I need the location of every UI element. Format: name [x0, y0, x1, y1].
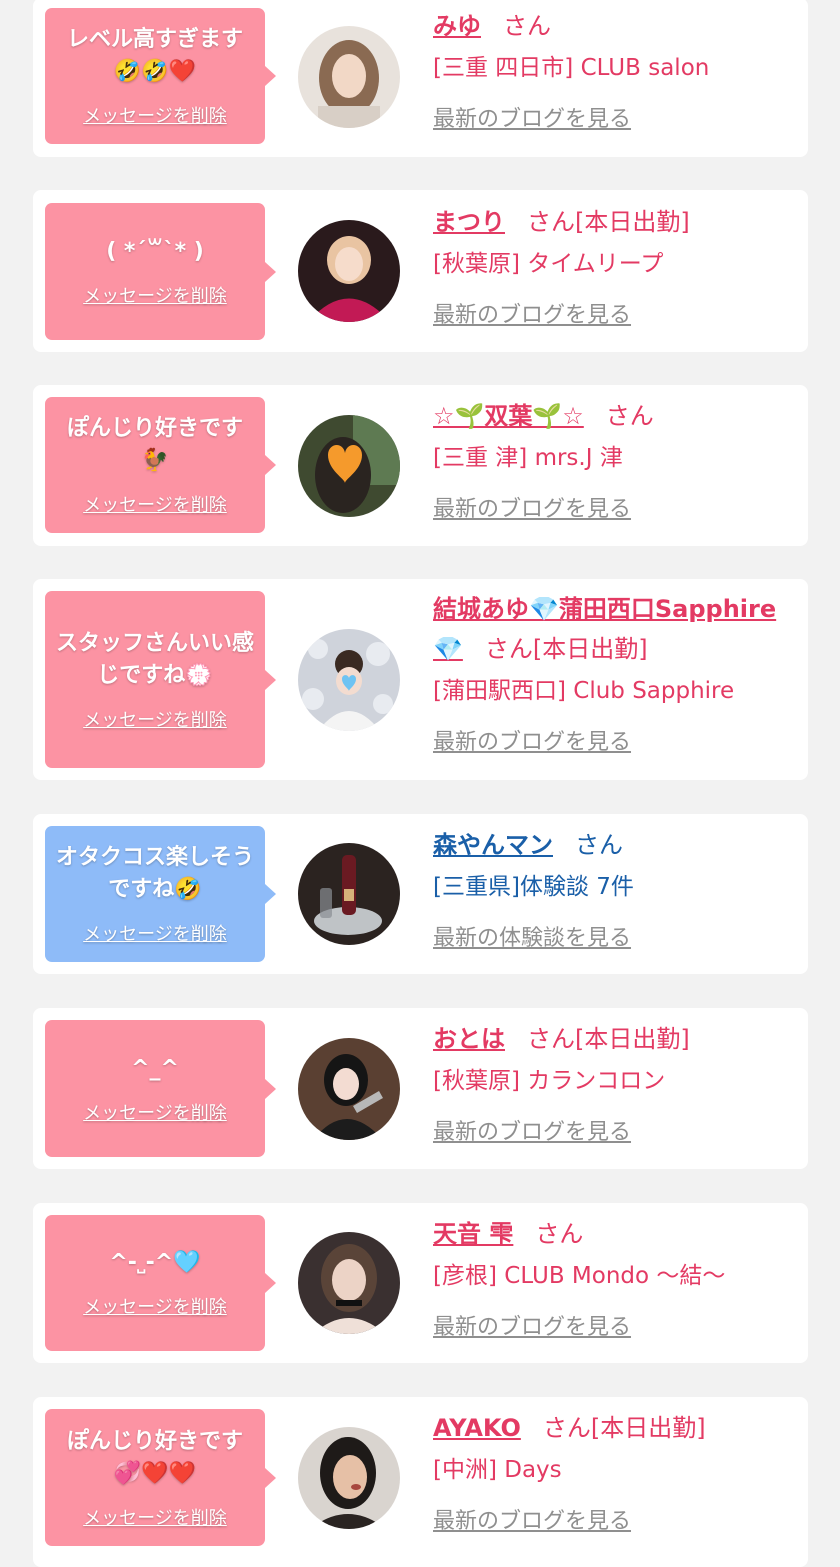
message-text: ( *´꒳`* ): [106, 238, 204, 264]
user-name-line: 天音 雫さん: [433, 1214, 788, 1254]
user-suffix: さん: [503, 12, 551, 40]
user-name-line: おとは さん[本日出勤]: [433, 1019, 788, 1059]
shop-info: [三重県]体験談 7件: [433, 874, 634, 900]
message-card: オタクコス楽しそうですね🤣 メッセージを削除 森やんマン さん [三重県]体験談 …: [33, 814, 808, 974]
user-info: おとは さん[本日出勤] [秋葉原] カランコロン 最新のブログを見る: [433, 1019, 788, 1153]
latest-blog-link[interactable]: 最新のブログを見る: [433, 1308, 631, 1348]
message-text: オタクコス楽しそうですね🤣: [55, 845, 254, 902]
user-name-link[interactable]: ☆🌱双葉🌱☆: [433, 402, 584, 430]
shop-info: [秋葉原] タイムリープ: [433, 251, 664, 277]
message-list: レベル高すぎます🤣🤣❤️ メッセージを削除 みゆ さん [三重 四日市] CLUB…: [0, 0, 840, 1567]
message-card: ^-˽-^🩵 メッセージを削除 天音 雫さん [彦根] CLUB Mondo ～…: [33, 1203, 808, 1363]
user-name-line: 森やんマン さん: [433, 825, 788, 865]
avatar[interactable]: [298, 1038, 400, 1140]
message-text: レベル高すぎます🤣🤣❤️: [66, 27, 243, 84]
message-bubble: レベル高すぎます🤣🤣❤️ メッセージを削除: [45, 8, 276, 144]
latest-blog-link[interactable]: 最新のブログを見る: [433, 723, 631, 763]
avatar[interactable]: [298, 843, 400, 945]
delete-message-link[interactable]: メッセージを削除: [83, 282, 227, 308]
avatar[interactable]: [298, 26, 400, 128]
user-name-line: ☆🌱双葉🌱☆ さん: [433, 396, 788, 436]
message-text: スタッフさんいい感じですね💮: [55, 630, 254, 688]
avatar[interactable]: [298, 415, 400, 517]
latest-blog-link[interactable]: 最新のブログを見る: [433, 296, 631, 336]
delete-message-link[interactable]: メッセージを削除: [83, 1293, 227, 1319]
delete-message-link[interactable]: メッセージを削除: [83, 1099, 227, 1125]
user-name-link[interactable]: AYAKO: [433, 1414, 521, 1442]
shop-info: [蒲田駅西口] Club Sapphire: [433, 678, 735, 704]
user-suffix: さん[本日出勤]: [484, 635, 648, 663]
message-text: ^-˽-^🩵: [109, 1250, 201, 1275]
user-suffix: さん[本日出勤]: [542, 1414, 706, 1442]
user-name-link[interactable]: おとは: [433, 1025, 505, 1053]
latest-blog-link[interactable]: 最新のブログを見る: [433, 490, 631, 530]
message-bubble: ^-˽-^🩵 メッセージを削除: [45, 1215, 276, 1351]
message-card: レベル高すぎます🤣🤣❤️ メッセージを削除 みゆ さん [三重 四日市] CLUB…: [33, 0, 808, 157]
latest-review-link[interactable]: 最新の体験談を見る: [433, 919, 631, 959]
shop-info: [三重 津] mrs.J 津: [433, 445, 623, 471]
user-name-line: AYAKO さん[本日出勤]: [433, 1408, 788, 1448]
message-bubble: ( *´꒳`* ) メッセージを削除: [45, 203, 276, 340]
message-card: スタッフさんいい感じですね💮 メッセージを削除 結城あゆ💎蒲田西口Sapphir…: [33, 579, 808, 780]
delete-message-link[interactable]: メッセージを削除: [83, 491, 227, 517]
latest-blog-link[interactable]: 最新のブログを見る: [433, 100, 631, 140]
user-name-link[interactable]: まつり: [433, 208, 505, 236]
shop-info: [彦根] CLUB Mondo ～結～: [433, 1263, 726, 1289]
user-info: AYAKO さん[本日出勤] [中洲] Days 最新のブログを見る: [433, 1408, 788, 1542]
delete-message-link[interactable]: メッセージを削除: [83, 706, 227, 732]
message-bubble: オタクコス楽しそうですね🤣 メッセージを削除: [45, 826, 276, 962]
user-suffix: さん[本日出勤]: [527, 208, 690, 236]
user-info: 結城あゆ💎蒲田西口Sapphire💎 さん[本日出勤] [蒲田駅西口] Club …: [433, 589, 788, 763]
message-bubble: ぽんじり好きです💞❤️❤️ メッセージを削除: [45, 1409, 276, 1546]
user-info: みゆ さん [三重 四日市] CLUB salon 最新のブログを見る: [433, 6, 788, 140]
message-card: ぽんじり好きです💞❤️❤️ メッセージを削除 AYAKO さん[本日出勤] [中洲…: [33, 1397, 808, 1567]
latest-blog-link[interactable]: 最新のブログを見る: [433, 1113, 631, 1153]
message-text: ぽんじり好きです🐓: [66, 416, 243, 473]
shop-info: [三重 四日市] CLUB salon: [433, 55, 710, 81]
user-suffix: さん: [575, 831, 623, 859]
avatar[interactable]: [298, 1232, 400, 1334]
user-name-link[interactable]: みゆ: [433, 12, 481, 40]
user-suffix: さん: [605, 402, 654, 430]
delete-message-link[interactable]: メッセージを削除: [83, 920, 227, 946]
user-name-link[interactable]: 天音 雫: [433, 1220, 513, 1248]
user-name-line: みゆ さん: [433, 6, 788, 46]
message-bubble: ぽんじり好きです🐓 メッセージを削除: [45, 397, 276, 533]
user-suffix: さん: [535, 1220, 584, 1248]
user-info: 森やんマン さん [三重県]体験談 7件 最新の体験談を見る: [433, 825, 788, 959]
user-info: まつり さん[本日出勤] [秋葉原] タイムリープ 最新のブログを見る: [433, 202, 788, 336]
user-info: 天音 雫さん [彦根] CLUB Mondo ～結～ 最新のブログを見る: [433, 1214, 788, 1348]
delete-message-link[interactable]: メッセージを削除: [83, 1504, 227, 1530]
user-name-link[interactable]: 森やんマン: [433, 831, 553, 859]
message-bubble: ^_^ メッセージを削除: [45, 1020, 276, 1157]
message-bubble: スタッフさんいい感じですね💮 メッセージを削除: [45, 591, 276, 768]
message-text: ぽんじり好きです💞❤️❤️: [66, 1428, 243, 1486]
user-name-line: 結城あゆ💎蒲田西口Sapphire💎 さん[本日出勤]: [433, 589, 788, 669]
message-card: ぽんじり好きです🐓 メッセージを削除 ☆🌱双葉🌱☆ さん [三重 津] mrs.J…: [33, 385, 808, 546]
message-card: ( *´꒳`* ) メッセージを削除 まつり さん[本日出勤] [秋葉原] タイム…: [33, 190, 808, 352]
delete-message-link[interactable]: メッセージを削除: [83, 102, 227, 128]
shop-info: [秋葉原] カランコロン: [433, 1068, 666, 1094]
message-text: ^_^: [131, 1055, 179, 1081]
avatar[interactable]: [298, 1427, 400, 1529]
shop-info: [中洲] Days: [433, 1457, 562, 1483]
message-card: ^_^ メッセージを削除 おとは さん[本日出勤] [秋葉原] カランコロン 最新…: [33, 1008, 808, 1169]
avatar[interactable]: [298, 629, 400, 731]
user-suffix: さん[本日出勤]: [527, 1025, 690, 1053]
latest-blog-link[interactable]: 最新のブログを見る: [433, 1502, 631, 1542]
avatar[interactable]: [298, 220, 400, 322]
user-name-line: まつり さん[本日出勤]: [433, 202, 788, 242]
user-info: ☆🌱双葉🌱☆ さん [三重 津] mrs.J 津 最新のブログを見る: [433, 396, 788, 530]
